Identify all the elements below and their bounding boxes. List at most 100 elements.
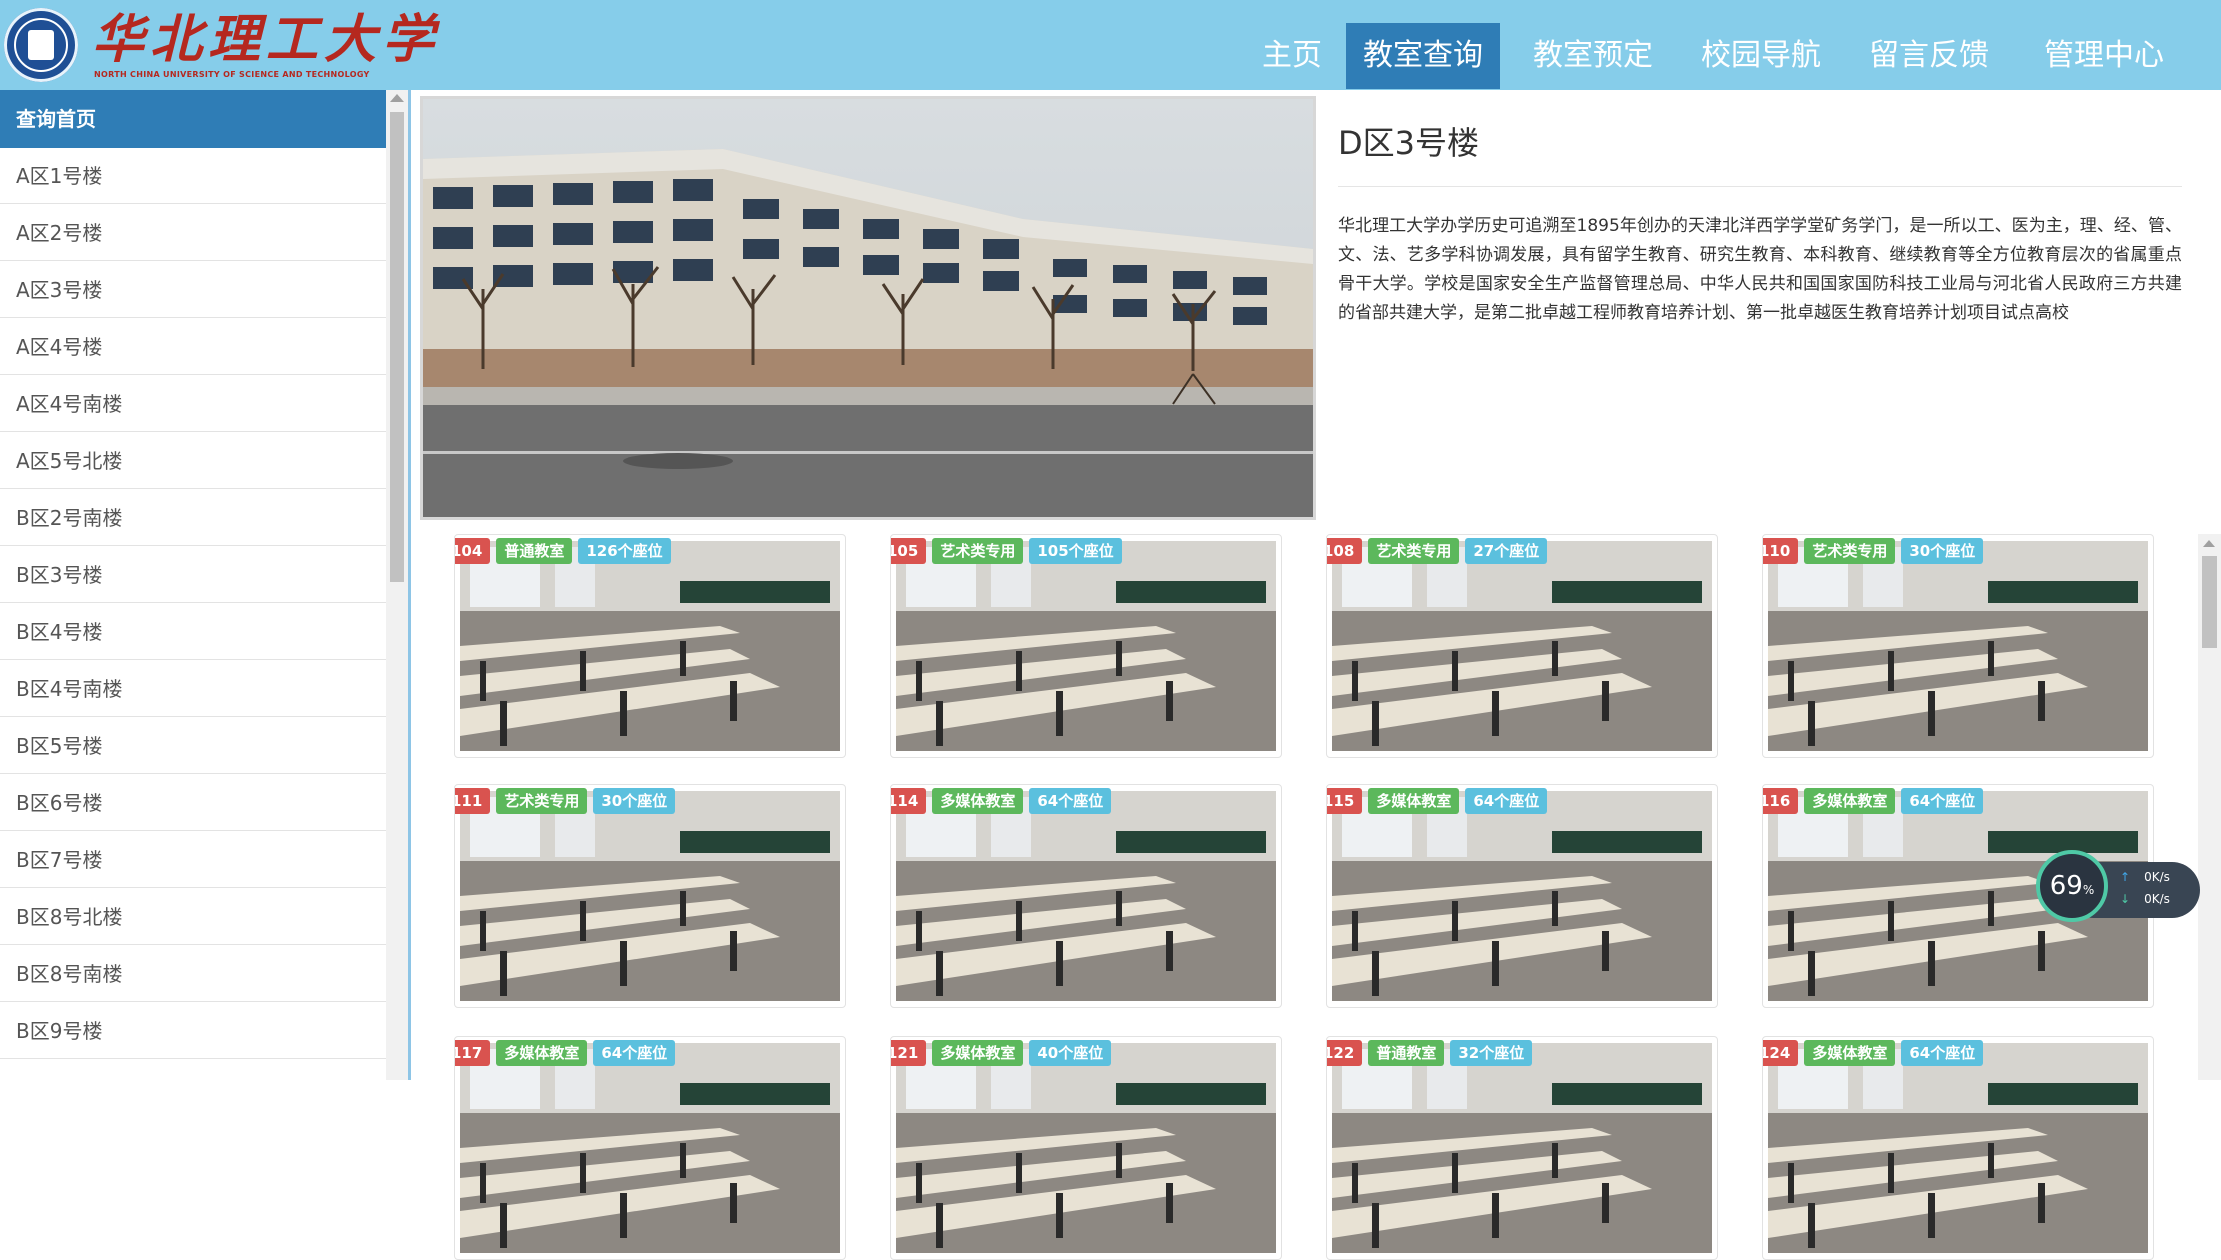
room-seats-badge: 30个座位: [1901, 538, 1984, 564]
building-photo: [420, 96, 1316, 520]
room-card-115[interactable]: 115 多媒体教室 64个座位: [1326, 784, 1718, 1008]
room-type-badge: 艺术类专用: [1368, 538, 1460, 564]
room-photo: [896, 1043, 1276, 1253]
room-card-122[interactable]: 122 普通教室 32个座位: [1326, 1036, 1718, 1260]
scroll-up-arrow-icon[interactable]: [2203, 540, 2215, 547]
sidebar-scroll-thumb[interactable]: [390, 112, 404, 582]
usage-percent-unit: %: [2082, 883, 2095, 897]
building-description: 华北理工大学办学历史可追溯至1895年创办的天津北洋西学学堂矿务学门，是一所以工…: [1338, 216, 2182, 323]
room-number-badge: 110: [1763, 538, 1799, 564]
room-type-badge: 多媒体教室: [932, 788, 1024, 814]
room-card-111[interactable]: 111 艺术类专用 30个座位: [454, 784, 846, 1008]
room-photo: [896, 791, 1276, 1001]
upload-arrow-icon: ↑: [2120, 870, 2131, 884]
logo-english-name: NORTH CHINA UNIVERSITY OF SCIENCE AND TE…: [94, 70, 370, 79]
room-tags: 104 普通教室 126个座位: [455, 538, 677, 566]
room-tags: 117 多媒体教室 64个座位: [455, 1040, 681, 1068]
room-seats-badge: 40个座位: [1029, 1040, 1112, 1066]
university-seal-logo[interactable]: [4, 8, 78, 82]
network-speed-widget[interactable]: 69% ↑ 0K/s ↓ 0K/s: [2036, 850, 2200, 922]
room-type-badge: 艺术类专用: [932, 538, 1024, 564]
room-number-badge: 105: [891, 538, 927, 564]
nav-feedback[interactable]: 留言反馈: [1854, 23, 2004, 89]
sidebar-item-b2-south[interactable]: B区2号南楼: [0, 490, 386, 546]
logo-chinese-name[interactable]: 华北理工大学: [92, 10, 440, 70]
usage-percent-value: 69: [2049, 871, 2083, 901]
room-type-badge: 艺术类专用: [1804, 538, 1896, 564]
building-title: D区3号楼: [1338, 124, 1480, 162]
room-number-badge: 104: [455, 538, 491, 564]
room-card-121[interactable]: 121 多媒体教室 40个座位: [890, 1036, 1282, 1260]
sidebar-item-a2[interactable]: A区2号楼: [0, 205, 386, 261]
room-number-badge: 124: [1763, 1040, 1799, 1066]
nav-classroom-query[interactable]: 教室查询: [1346, 23, 1500, 89]
room-card-114[interactable]: 114 多媒体教室 64个座位: [890, 784, 1282, 1008]
room-type-badge: 多媒体教室: [1804, 1040, 1896, 1066]
download-arrow-icon: ↓: [2120, 892, 2131, 906]
room-tags: 122 普通教室 32个座位: [1327, 1040, 1538, 1068]
nav-home[interactable]: 主页: [1232, 23, 1352, 89]
room-number-badge: 111: [455, 788, 491, 814]
room-card-105[interactable]: 105 艺术类专用 105个座位: [890, 534, 1282, 758]
room-seats-badge: 32个座位: [1450, 1040, 1533, 1066]
room-number-badge: 122: [1327, 1040, 1363, 1066]
room-photo: [460, 541, 840, 751]
scroll-up-arrow-icon[interactable]: [390, 94, 404, 102]
sidebar-item-a3[interactable]: A区3号楼: [0, 262, 386, 318]
main-scrollbar[interactable]: [2198, 534, 2221, 1080]
sidebar-scrollbar[interactable]: [386, 90, 408, 1080]
site-header: 华北理工大学 NORTH CHINA UNIVERSITY OF SCIENCE…: [0, 0, 2221, 90]
room-number-badge: 115: [1327, 788, 1363, 814]
room-card-110[interactable]: 110 艺术类专用 30个座位: [1762, 534, 2154, 758]
room-seats-badge: 64个座位: [593, 1040, 676, 1066]
room-card-117[interactable]: 117 多媒体教室 64个座位: [454, 1036, 846, 1260]
sidebar-item-b4[interactable]: B区4号楼: [0, 604, 386, 660]
sidebar-item-b6[interactable]: B区6号楼: [0, 775, 386, 831]
sidebar-item-b4-south[interactable]: B区4号南楼: [0, 661, 386, 717]
nav-admin-center[interactable]: 管理中心: [2024, 23, 2184, 89]
room-type-badge: 多媒体教室: [932, 1040, 1024, 1066]
sidebar-item-b8-south[interactable]: B区8号南楼: [0, 946, 386, 1002]
room-type-badge: 多媒体教室: [1804, 788, 1896, 814]
sidebar-item-b7[interactable]: B区7号楼: [0, 832, 386, 888]
room-number-badge: 117: [455, 1040, 491, 1066]
room-seats-badge: 27个座位: [1465, 538, 1548, 564]
room-seats-badge: 105个座位: [1029, 538, 1122, 564]
sidebar-item-b9[interactable]: B区9号楼: [0, 1003, 386, 1059]
room-type-badge: 多媒体教室: [496, 1040, 588, 1066]
room-photo: [1332, 541, 1712, 751]
nav-classroom-booking[interactable]: 教室预定: [1518, 23, 1668, 89]
room-number-badge: 108: [1327, 538, 1363, 564]
room-tags: 105 艺术类专用 105个座位: [891, 538, 1128, 566]
sidebar-item-a1[interactable]: A区1号楼: [0, 148, 386, 204]
room-number-badge: 116: [1763, 788, 1799, 814]
nav-campus-navigation[interactable]: 校园导航: [1686, 23, 1836, 89]
sidebar-item-b8-north[interactable]: B区8号北楼: [0, 889, 386, 945]
room-type-badge: 多媒体教室: [1368, 788, 1460, 814]
download-speed: ↓ 0K/s: [2120, 892, 2170, 906]
room-card-124[interactable]: 124 多媒体教室 64个座位: [1762, 1036, 2154, 1260]
upload-speed: ↑ 0K/s: [2120, 870, 2170, 884]
sidebar-item-a5-north[interactable]: A区5号北楼: [0, 433, 386, 489]
building-sidebar: 查询首页 A区1号楼 A区2号楼 A区3号楼 A区4号楼 A区4号南楼 A区5号…: [0, 90, 387, 1080]
room-photo: [1332, 791, 1712, 1001]
sidebar-item-query-home[interactable]: 查询首页: [0, 90, 386, 148]
sidebar-item-a4[interactable]: A区4号楼: [0, 319, 386, 375]
room-type-badge: 普通教室: [1368, 1040, 1445, 1066]
room-seats-badge: 30个座位: [593, 788, 676, 814]
room-tags: 114 多媒体教室 64个座位: [891, 788, 1117, 816]
sidebar-item-b3[interactable]: B区3号楼: [0, 547, 386, 603]
usage-percent: 69%: [2036, 850, 2108, 922]
room-seats-badge: 64个座位: [1901, 1040, 1984, 1066]
room-photo: [460, 1043, 840, 1253]
sidebar-item-b5[interactable]: B区5号楼: [0, 718, 386, 774]
upload-speed-value: 0K/s: [2144, 870, 2170, 884]
room-card-104[interactable]: 104 普通教室 126个座位: [454, 534, 846, 758]
room-type-badge: 普通教室: [496, 538, 573, 564]
sidebar-item-a4-south[interactable]: A区4号南楼: [0, 376, 386, 432]
main-scroll-thumb[interactable]: [2202, 556, 2217, 648]
room-tags: 110 艺术类专用 30个座位: [1763, 538, 1989, 566]
title-divider: [1338, 186, 2182, 187]
room-card-108[interactable]: 108 艺术类专用 27个座位: [1326, 534, 1718, 758]
room-photo: [1768, 1043, 2148, 1253]
